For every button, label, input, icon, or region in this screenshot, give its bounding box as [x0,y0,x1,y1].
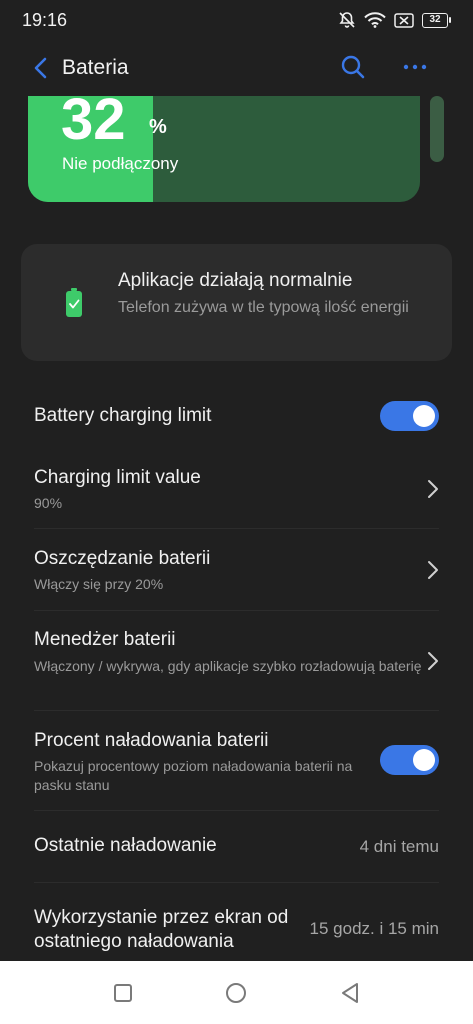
setting-battery-manager[interactable]: Menedżer baterii Włączony / wykrywa, gdy… [0,624,473,711]
setting-battery-saver[interactable]: Oszczędzanie baterii Włączy się przy 20% [0,543,473,611]
setting-title: Menedżer baterii [34,629,176,650]
setting-subtitle: 90% [34,495,63,511]
more-horizontal-icon[interactable] [403,58,427,76]
setting-battery-charging-limit[interactable]: Battery charging limit [0,394,473,442]
apps-status-description: Telefon zużywa w tle typową ilość energi… [118,299,409,316]
battery-percentage-toggle[interactable] [380,745,439,775]
battery-check-icon [65,288,83,323]
setting-charging-limit-value[interactable]: Charging limit value 90% [0,462,473,529]
setting-subtitle: Włączony / wykrywa, gdy aplikacje szybko… [34,658,422,674]
chevron-right-icon [427,651,439,671]
setting-subtitle: Pokazuj procentowy poziom naładowania ba… [34,758,353,793]
setting-title: Battery charging limit [34,405,212,426]
battery-percent: 32 [61,96,126,152]
chevron-right-icon [427,560,439,580]
setting-title: Ostatnie naładowanie [34,835,217,856]
setting-title: Wykorzystanie przez ekran od ostatniego … [34,907,289,952]
apps-status-title: Aplikacje działają normalnie [118,270,353,291]
page-title: Bateria [62,56,129,79]
battery-level-card: 32 % Nie podłączony [28,96,420,202]
recents-square-icon[interactable] [114,984,132,1002]
navigation-bar [0,961,473,1024]
no-sim-icon [394,12,414,28]
apps-status-card[interactable]: Aplikacje działają normalnie Telefon zuż… [21,244,452,361]
setting-screen-usage: Wykorzystanie przez ekran od ostatniego … [0,900,473,960]
back-triangle-icon[interactable] [340,982,360,1009]
wifi-icon [364,12,386,28]
setting-battery-percentage[interactable]: Procent naładowania baterii Pokazuj proc… [0,726,473,811]
chevron-left-icon[interactable] [30,56,52,80]
status-icons: 32 [338,11,451,29]
home-circle-icon[interactable] [226,983,246,1003]
battery-percent-sign: % [149,116,167,138]
status-bar: 19:16 32 [0,0,473,40]
battery-icon: 32 [422,12,451,28]
charging-status: Nie podłączony [62,154,179,173]
setting-title: Procent naładowania baterii [34,730,269,751]
scroll-indicator [430,96,444,162]
screen-usage-value: 15 godz. i 15 min [309,919,439,938]
setting-title: Oszczędzanie baterii [34,548,211,569]
battery-level-text: 32 [422,12,448,28]
setting-last-charge: Ostatnie naładowanie 4 dni temu [0,826,473,883]
status-time: 19:16 [22,10,68,30]
chevron-right-icon [427,479,439,499]
setting-subtitle: Włączy się przy 20% [34,576,164,592]
last-charge-value: 4 dni temu [359,837,439,856]
bell-off-icon [338,11,356,29]
app-bar: Bateria [0,46,473,90]
search-icon[interactable] [340,54,366,85]
setting-title: Charging limit value [34,467,201,488]
charging-limit-toggle[interactable] [380,401,439,431]
